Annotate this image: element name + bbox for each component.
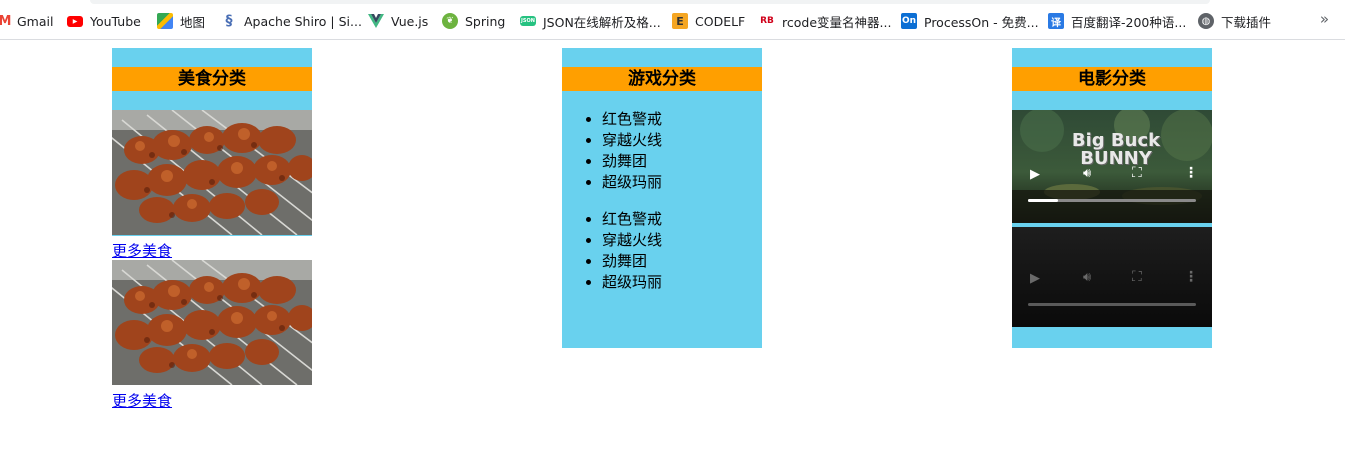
game-list: 红色警戒 穿越火线 劲舞团 超级玛丽 <box>562 109 762 193</box>
movie-panel-title: 电影分类 <box>1012 67 1212 91</box>
volume-icon[interactable]: 🔊︎ <box>1083 166 1091 181</box>
bookmark-label: Gmail <box>17 13 54 29</box>
bookmarks-bar: M Gmail ▶ YouTube 地图 § Apache Shiro | Si… <box>0 0 1345 40</box>
processon-icon: On <box>901 13 917 29</box>
bookmark-vue[interactable]: Vue.js <box>368 11 428 31</box>
bookmarks-overflow-button[interactable]: » <box>1320 10 1329 28</box>
bookmark-rcode[interactable]: RB rcode变量名神器... <box>759 11 891 31</box>
more-options-icon[interactable]: ⋮ <box>1184 165 1198 181</box>
fullscreen-icon[interactable]: ⛶ <box>1132 269 1142 285</box>
codelf-icon: E <box>672 13 688 29</box>
tab-strip-edge <box>90 0 1210 4</box>
bookmark-spring[interactable]: ❦ Spring <box>442 11 505 31</box>
gmail-icon: M <box>0 13 12 29</box>
bookmark-apache-shiro[interactable]: § Apache Shiro | Si... <box>221 11 362 31</box>
list-item: 穿越火线 <box>602 130 762 151</box>
video-poster-title: Big Buck BUNNY <box>1071 130 1161 169</box>
list-item: 劲舞团 <box>602 251 762 272</box>
rb-icon: RB <box>760 16 774 26</box>
volume-icon[interactable]: 🔊︎ <box>1083 270 1091 285</box>
bookmark-label: 地图 <box>180 14 206 30</box>
bookmark-baidu-translate[interactable]: 译 百度翻译-200种语... <box>1048 11 1186 31</box>
bookmark-json[interactable]: JSON JSON在线解析及格... <box>520 11 661 31</box>
bookmark-label: 百度翻译-200种语... <box>1071 14 1187 30</box>
food-panel-title: 美食分类 <box>112 67 312 91</box>
list-item: 超级玛丽 <box>602 172 762 193</box>
bookmark-gmail[interactable]: M Gmail <box>0 11 53 31</box>
bookmark-label: ProcessOn - 免费... <box>924 14 1039 30</box>
food-image <box>112 110 312 235</box>
list-item: 红色警戒 <box>602 209 762 230</box>
shiro-icon: § <box>225 13 233 29</box>
play-icon[interactable]: ▶ <box>1030 271 1040 286</box>
more-food-link[interactable]: 更多美食 <box>112 390 172 411</box>
video-player[interactable]: Big Buck BUNNY ▶ 🔊︎ ⛶ ⋮ <box>1012 110 1212 223</box>
game-category-panel: 游戏分类 红色警戒 穿越火线 劲舞团 超级玛丽 红色警戒 穿越火线 劲舞团 超级… <box>562 48 762 348</box>
video-progress-track[interactable] <box>1028 303 1196 306</box>
list-item: 劲舞团 <box>602 151 762 172</box>
more-options-icon[interactable]: ⋮ <box>1184 269 1198 285</box>
json-icon: JSON <box>520 16 536 26</box>
fullscreen-icon[interactable]: ⛶ <box>1132 165 1142 181</box>
list-item: 穿越火线 <box>602 230 762 251</box>
play-icon[interactable]: ▶ <box>1030 167 1040 182</box>
spring-icon: ❦ <box>442 13 458 29</box>
bookmark-label: JSON在线解析及格... <box>543 14 661 30</box>
baidu-translate-icon: 译 <box>1048 13 1064 29</box>
bookmark-label: Spring <box>465 13 506 29</box>
bookmark-label: YouTube <box>90 13 141 29</box>
bookmark-download-plugin[interactable]: ◍ 下载插件 <box>1198 11 1271 31</box>
vue-icon <box>368 13 384 29</box>
maps-icon <box>157 13 173 29</box>
bookmark-label: 下载插件 <box>1221 14 1272 30</box>
bookmark-label: Apache Shiro | Si... <box>244 13 362 29</box>
bookmark-label: CODELF <box>695 13 746 29</box>
bookmark-youtube[interactable]: ▶ YouTube <box>67 11 141 31</box>
bookmark-processon[interactable]: On ProcessOn - 免费... <box>901 11 1039 31</box>
bookmark-maps[interactable]: 地图 <box>157 11 205 31</box>
game-list: 红色警戒 穿越火线 劲舞团 超级玛丽 <box>562 209 762 293</box>
list-item: 红色警戒 <box>602 109 762 130</box>
bookmark-label: rcode变量名神器... <box>782 14 892 30</box>
bookmark-label: Vue.js <box>391 13 429 29</box>
food-image <box>112 260 312 385</box>
bookmark-codelf[interactable]: E CODELF <box>672 11 745 31</box>
video-player[interactable]: ▶ 🔊︎ ⛶ ⋮ <box>1012 227 1212 327</box>
globe-icon: ◍ <box>1198 13 1214 29</box>
video-progress-fill <box>1028 199 1058 202</box>
movie-category-panel: 电影分类 Big Buck BUNNY ▶ 🔊︎ ⛶ ⋮ ▶ 🔊︎ ⛶ ⋮ <box>1012 48 1212 348</box>
youtube-icon: ▶ <box>67 15 83 27</box>
list-item: 超级玛丽 <box>602 272 762 293</box>
more-food-link[interactable]: 更多美食 <box>112 240 172 261</box>
game-panel-title: 游戏分类 <box>562 67 762 91</box>
